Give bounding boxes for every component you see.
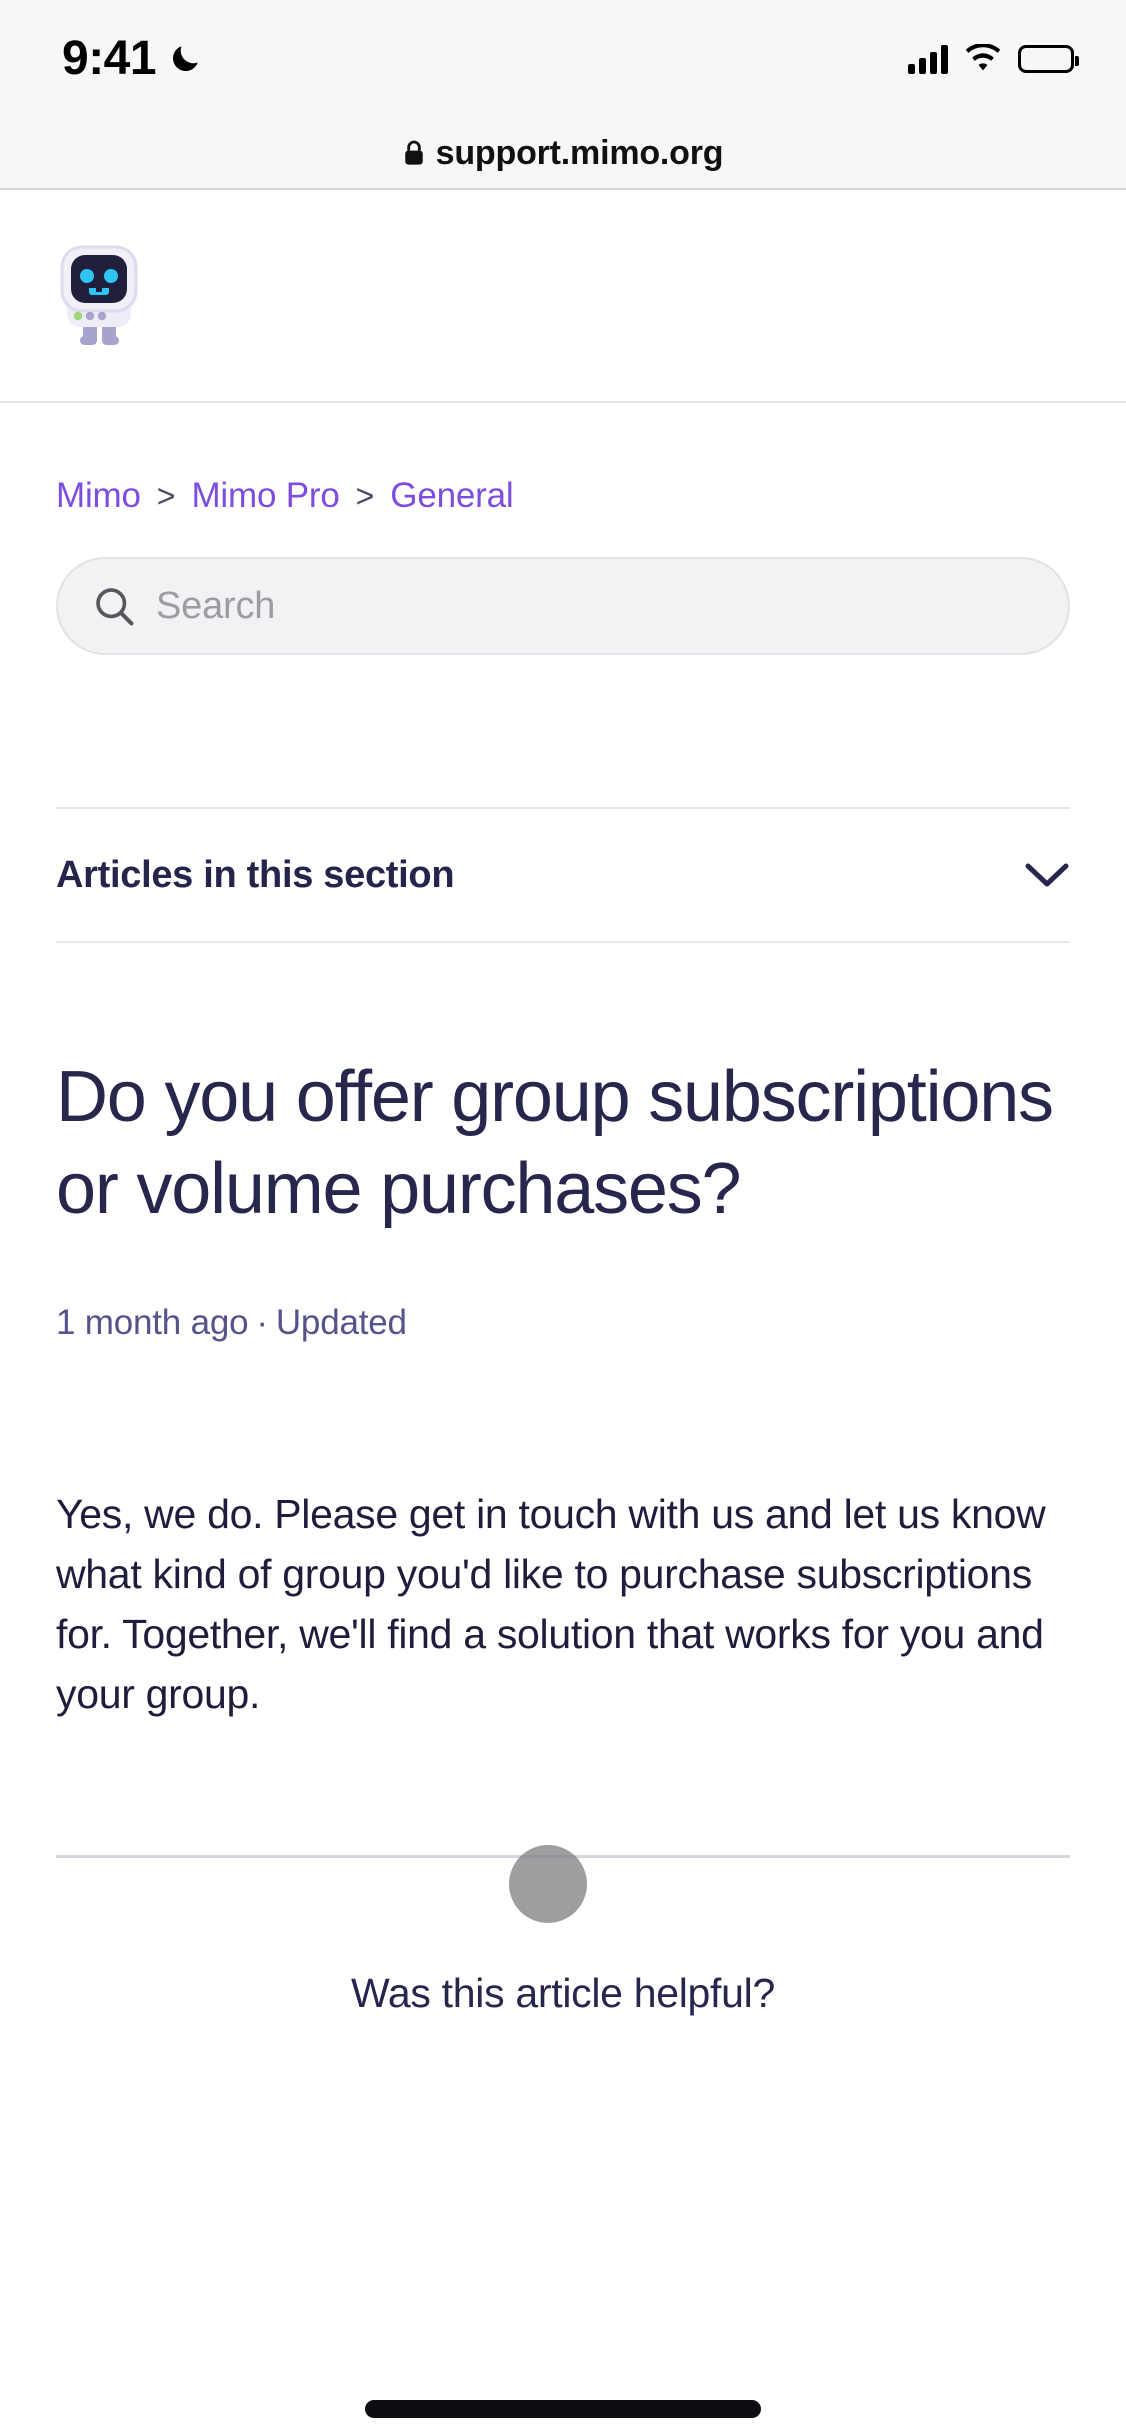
main-content: Mimo > Mimo Pro > General Search Article… bbox=[0, 403, 1126, 2017]
status-bar-right bbox=[908, 44, 1079, 74]
status-bar-clock: 9:41 bbox=[62, 32, 157, 85]
breadcrumb-item-mimo[interactable]: Mimo bbox=[56, 478, 141, 513]
breadcrumb-separator: > bbox=[156, 477, 176, 514]
breadcrumb-item-mimo-pro[interactable]: Mimo Pro bbox=[191, 478, 339, 513]
article-meta: 1 month ago · Updated bbox=[56, 1303, 1070, 1343]
articles-in-section-accordion[interactable]: Articles in this section bbox=[56, 807, 1070, 943]
article-title: Do you offer group subscriptions or volu… bbox=[56, 1057, 1054, 1230]
lock-icon bbox=[403, 140, 425, 166]
battery-full-icon bbox=[1018, 45, 1079, 73]
mimo-robot-logo[interactable] bbox=[56, 241, 142, 351]
status-bar-left: 9:41 bbox=[62, 35, 202, 83]
moon-icon bbox=[168, 42, 202, 76]
breadcrumb: Mimo > Mimo Pro > General bbox=[56, 403, 1070, 513]
breadcrumb-separator: > bbox=[355, 477, 375, 514]
article-helpful-question: Was this article helpful? bbox=[351, 1969, 775, 2016]
site-header bbox=[0, 190, 1126, 403]
chevron-down-icon[interactable] bbox=[1024, 861, 1070, 889]
search-icon bbox=[92, 584, 136, 628]
article-status: Updated bbox=[275, 1303, 407, 1343]
home-indicator-bar bbox=[365, 2400, 761, 2418]
status-bar: 9:41 bbox=[0, 0, 1126, 118]
search-input[interactable]: Search bbox=[56, 557, 1070, 655]
search-placeholder: Search bbox=[156, 584, 276, 627]
wifi-icon bbox=[964, 44, 1002, 74]
cellular-signal-icon bbox=[908, 44, 948, 74]
address-bar-url: support.mimo.org bbox=[435, 133, 724, 172]
content-divider bbox=[56, 1854, 1070, 1858]
article-body: Yes, we do. Please get in touch with us … bbox=[56, 1491, 1046, 1717]
meta-separator: · bbox=[256, 1303, 268, 1343]
accordion-title: Articles in this section bbox=[56, 853, 455, 896]
article-timestamp: 1 month ago bbox=[56, 1303, 249, 1343]
browser-address-bar[interactable]: support.mimo.org bbox=[0, 118, 1126, 190]
breadcrumb-item-general[interactable]: General bbox=[390, 478, 513, 513]
